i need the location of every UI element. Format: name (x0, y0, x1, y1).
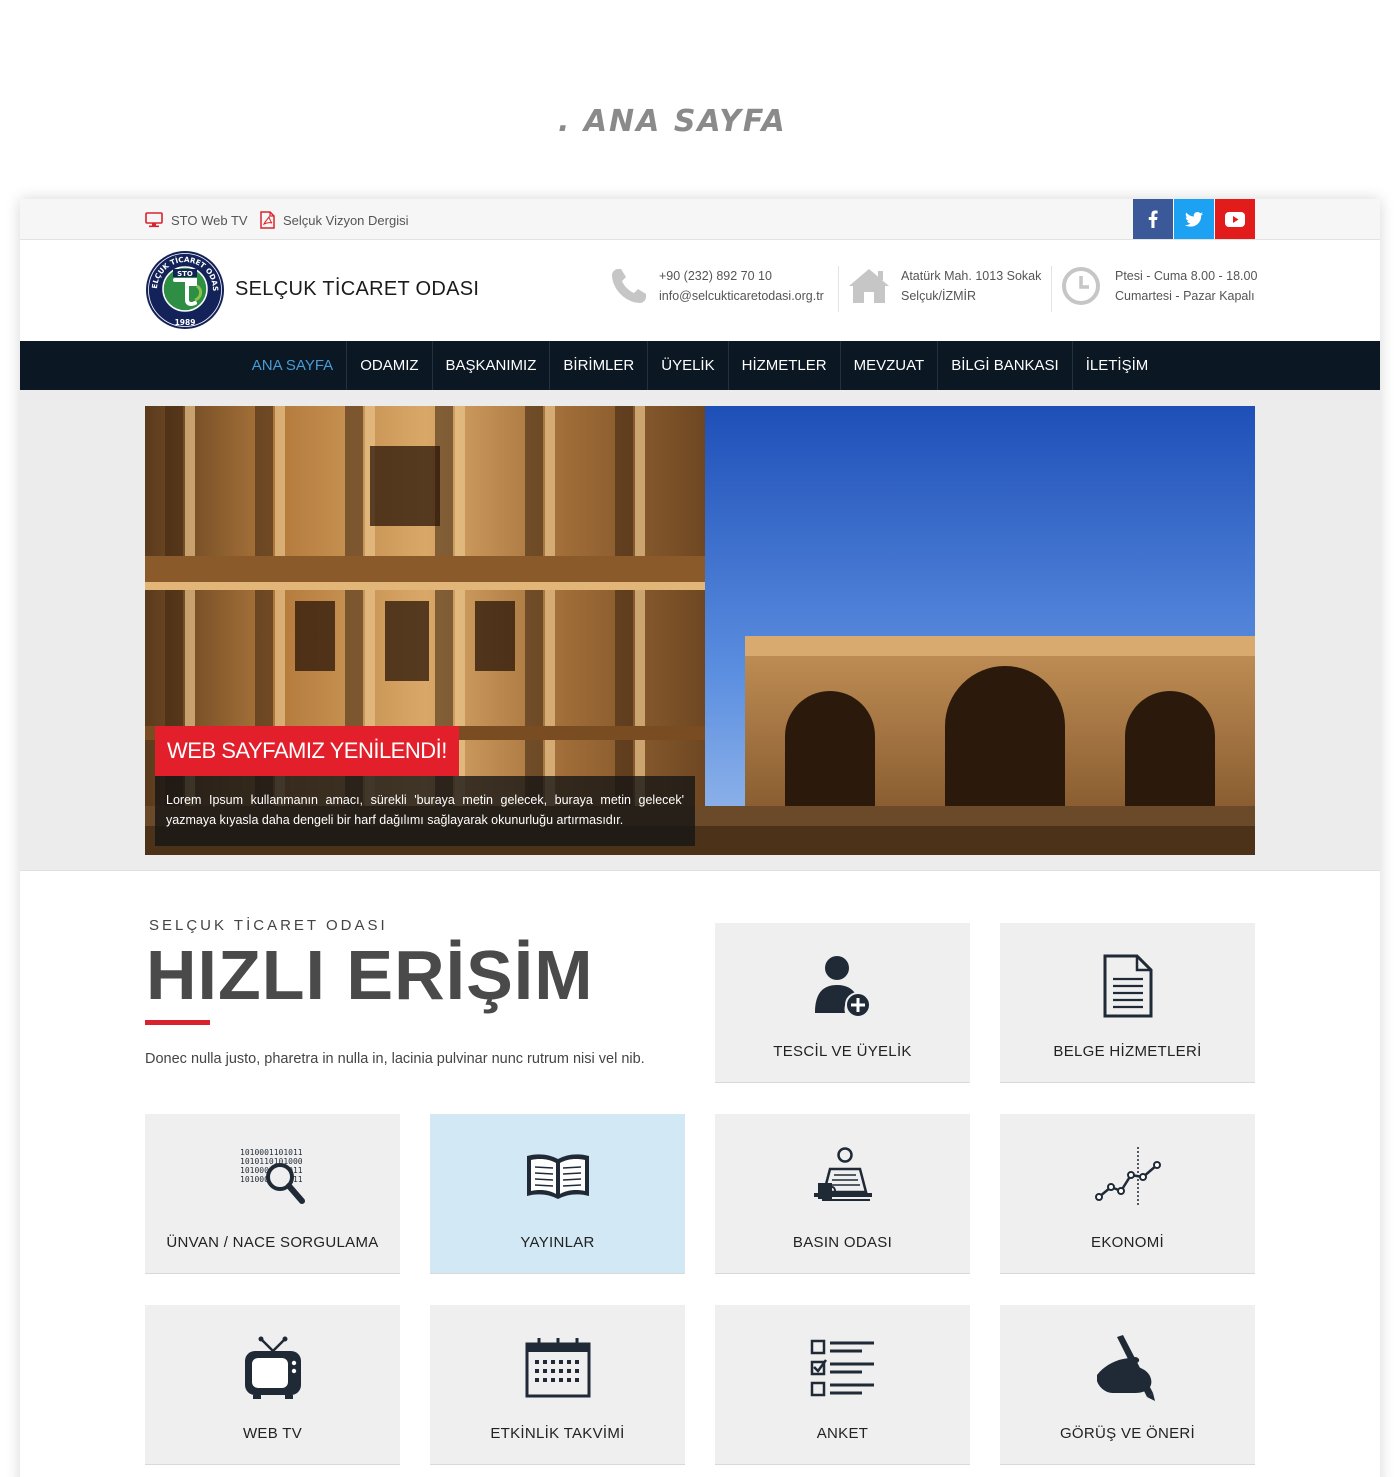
web-tv-link[interactable]: STO Web TV (145, 211, 248, 229)
tile-label: WEB TV (242, 1425, 303, 1442)
line-chart-icon (1094, 1147, 1161, 1207)
hours-info: Ptesi - Cuma 8.00 - 18.00 Cumartesi - Pa… (1061, 266, 1257, 306)
nav-item-uyelik[interactable]: ÜYELİK (648, 341, 729, 390)
nav-item-hizmetler[interactable]: HİZMETLER (729, 341, 841, 390)
title-underline (145, 1020, 210, 1025)
hero-section: WEB SAYFAMIZ YENİLENDİ! Lorem Ipsum kull… (20, 390, 1380, 871)
calendar-icon (525, 1338, 590, 1398)
main-nav: ANA SAYFA ODAMIZ BAŞKANIMIZ BİRİMLER ÜYE… (20, 341, 1380, 390)
tile-label: GÖRÜŞ VE ÖNERİ (1059, 1425, 1196, 1442)
document-icon (1103, 954, 1152, 1018)
nav-item-iletisim[interactable]: İLETİŞİM (1073, 341, 1162, 390)
logo-center-text: STO (177, 270, 193, 278)
nav-item-baskanimiz[interactable]: BAŞKANIMIZ (433, 341, 551, 390)
reader-icon (813, 1147, 872, 1201)
website-frame: STO Web TV Selçuk Vizyon Dergisi ELÇUK T… (20, 199, 1380, 1477)
hours-weekdays: Ptesi - Cuma 8.00 - 18.00 (1115, 269, 1258, 283)
logo-year: 1989 (175, 318, 196, 327)
facebook-icon (1148, 210, 1158, 228)
nav-item-ana-sayfa[interactable]: ANA SAYFA (239, 341, 348, 390)
tile-label: YAYINLAR (520, 1234, 595, 1251)
nav-item-bilgi-bankasi[interactable]: BİLGİ BANKASI (938, 341, 1073, 390)
tile-web-tv[interactable]: WEB TV (145, 1305, 400, 1465)
vizyon-dergisi-link[interactable]: Selçuk Vizyon Dergisi (260, 211, 408, 229)
showcase-label: . ANA SAYFA (558, 104, 787, 139)
tv-icon (244, 1336, 301, 1399)
quick-access-title: HIZLI ERİŞİM (146, 936, 594, 1014)
tile-anket[interactable]: ANKET (715, 1305, 970, 1465)
hand-pen-icon (1096, 1335, 1155, 1401)
tile-yayinlar[interactable]: YAYINLAR (430, 1114, 685, 1274)
tile-belge-hizmetleri[interactable]: BELGE HİZMETLERİ (1000, 923, 1255, 1083)
twitter-icon (1185, 211, 1203, 227)
tile-basin-odasi[interactable]: BASIN ODASI (715, 1114, 970, 1274)
showcase-heading: 01 . ANA SAYFA (0, 30, 1400, 168)
monitor-icon (145, 212, 163, 228)
tile-unvan-nace[interactable]: 1010001101011 1010110101000 101000110101… (145, 1114, 400, 1274)
clock-icon (1062, 267, 1100, 305)
pdf-icon (260, 211, 275, 229)
hero-title[interactable]: WEB SAYFAMIZ YENİLENDİ! (155, 726, 459, 776)
nav-item-odamiz[interactable]: ODAMIZ (347, 341, 433, 390)
contact-info: +90 (232) 892 70 10 info@selcukticaretod… (609, 266, 824, 306)
tile-label: ANKET (816, 1425, 869, 1442)
address-line-1: Atatürk Mah. 1013 Sokak (901, 269, 1042, 283)
hours-weekend: Cumartesi - Pazar Kapalı (1115, 289, 1255, 303)
youtube-button[interactable] (1215, 199, 1255, 239)
email-address[interactable]: info@selcukticaretodasi.org.tr (659, 286, 824, 306)
sto-logo[interactable]: SELÇUK TİCARET ODASI STO 1989 (145, 250, 225, 330)
facebook-button[interactable] (1133, 199, 1173, 239)
showcase-number: 01 (718, 30, 864, 168)
top-bar: STO Web TV Selçuk Vizyon Dergisi (20, 199, 1380, 240)
svg-text:1010001101011: 1010001101011 (240, 1148, 303, 1157)
address-line-2: Selçuk/İZMİR (901, 289, 977, 303)
info-divider (1051, 266, 1052, 312)
nav-item-birimler[interactable]: BİRİMLER (550, 341, 649, 390)
tile-label: ETKİNLİK TAKVİMİ (490, 1425, 625, 1442)
site-name[interactable]: SELÇUK TİCARET ODASI (235, 278, 479, 301)
quick-access-subtitle: SELÇUK TİCARET ODASI (149, 917, 388, 934)
tile-label: BASIN ODASI (792, 1234, 893, 1251)
twitter-button[interactable] (1174, 199, 1214, 239)
user-add-icon (814, 956, 871, 1018)
tile-tescil-uyelik[interactable]: TESCİL VE ÜYELİK (715, 923, 970, 1083)
open-book-icon (526, 1154, 589, 1199)
hero-text: Lorem Ipsum kullanmanın amacı, sürekli '… (155, 776, 695, 846)
tile-label: BELGE HİZMETLERİ (1053, 1043, 1202, 1060)
site-header: SELÇUK TİCARET ODASI STO 1989 SELÇUK TİC… (20, 240, 1380, 341)
tile-label: ÜNVAN / NACE SORGULAMA (166, 1234, 379, 1251)
tile-label: TESCİL VE ÜYELİK (773, 1043, 912, 1060)
youtube-icon (1225, 211, 1245, 227)
web-tv-label: STO Web TV (171, 212, 248, 228)
tile-label: EKONOMİ (1091, 1234, 1164, 1251)
binary-search-icon: 1010001101011 1010110101000 101000110101… (240, 1148, 305, 1204)
phone-number[interactable]: +90 (232) 892 70 10 (659, 266, 824, 286)
address-info: Atatürk Mah. 1013 Sokak Selçuk/İZMİR (847, 266, 1041, 306)
nav-item-mevzuat[interactable]: MEVZUAT (841, 341, 939, 390)
tile-ekonomi[interactable]: EKONOMİ (1000, 1114, 1255, 1274)
quick-access-description: Donec nulla justo, pharetra in nulla in,… (145, 1051, 645, 1067)
phone-icon (612, 269, 646, 303)
vizyon-dergisi-label: Selçuk Vizyon Dergisi (283, 212, 409, 228)
tile-etkinlik-takvimi[interactable]: ETKİNLİK TAKVİMİ (430, 1305, 685, 1465)
hero-slider[interactable]: WEB SAYFAMIZ YENİLENDİ! Lorem Ipsum kull… (145, 406, 1255, 855)
checklist-icon (810, 1339, 874, 1397)
svg-text:1010110101000: 1010110101000 (240, 1157, 303, 1166)
tile-gorus-oneri[interactable]: GÖRÜŞ VE ÖNERİ (1000, 1305, 1255, 1465)
info-divider (838, 266, 839, 312)
home-icon (849, 269, 889, 303)
